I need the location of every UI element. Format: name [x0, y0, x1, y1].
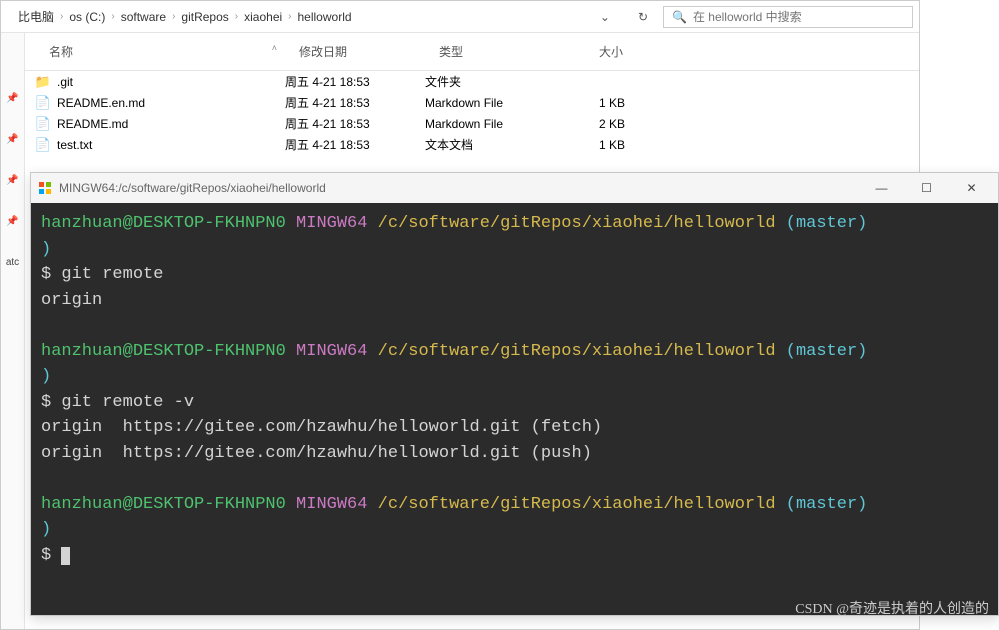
- file-type: 文本文档: [425, 136, 545, 153]
- file-date: 周五 4-21 18:53: [285, 94, 425, 111]
- file-size: 1 KB: [545, 96, 625, 110]
- file-icon: 📄: [35, 137, 51, 153]
- refresh-button[interactable]: ↻: [629, 5, 657, 29]
- app-icon: [35, 181, 55, 195]
- breadcrumb[interactable]: 比电脑›os (C:)›software›gitRepos›xiaohei›he…: [7, 3, 623, 30]
- breadcrumb-segment[interactable]: software: [117, 8, 170, 26]
- file-date: 周五 4-21 18:53: [285, 136, 425, 153]
- file-name: test.txt: [57, 138, 92, 152]
- file-size: 2 KB: [545, 117, 625, 131]
- header-size[interactable]: 大小: [551, 39, 631, 64]
- folder-icon: 📁: [35, 74, 51, 90]
- cursor: [61, 547, 70, 565]
- file-type: Markdown File: [425, 117, 545, 131]
- chevron-right-icon: ›: [286, 11, 293, 22]
- close-button[interactable]: ✕: [949, 174, 994, 202]
- pin-icon: 📌: [6, 175, 18, 186]
- header-date[interactable]: 修改日期: [291, 39, 431, 64]
- breadcrumb-segment[interactable]: os (C:): [65, 8, 109, 26]
- breadcrumb-segment[interactable]: 比电脑: [14, 6, 58, 27]
- file-name: README.md: [57, 117, 128, 131]
- address-bar: 比电脑›os (C:)›software›gitRepos›xiaohei›he…: [1, 1, 919, 33]
- sidebar-label: atc: [6, 257, 19, 268]
- header-name[interactable]: 名称: [49, 43, 73, 60]
- file-name: README.en.md: [57, 96, 145, 110]
- maximize-button[interactable]: ☐: [904, 174, 949, 202]
- file-date: 周五 4-21 18:53: [285, 115, 425, 132]
- search-icon: 🔍: [672, 10, 687, 24]
- file-name: .git: [57, 75, 73, 89]
- column-headers[interactable]: 名称 ˄ 修改日期 类型 大小: [25, 33, 919, 71]
- watermark: CSDN @奇迹是执着的人创造的: [795, 598, 989, 618]
- file-icon: 📄: [35, 116, 51, 132]
- sort-indicator-icon: ˄: [272, 43, 283, 60]
- breadcrumb-segment[interactable]: helloworld: [294, 8, 356, 26]
- file-type: Markdown File: [425, 96, 545, 110]
- search-box[interactable]: 🔍: [663, 6, 913, 28]
- terminal-window: MINGW64:/c/software/gitRepos/xiaohei/hel…: [30, 172, 999, 616]
- breadcrumb-segment[interactable]: xiaohei: [240, 8, 286, 26]
- chevron-right-icon: ›: [233, 11, 240, 22]
- breadcrumb-segment[interactable]: gitRepos: [177, 8, 232, 26]
- file-date: 周五 4-21 18:53: [285, 73, 425, 90]
- search-input[interactable]: [693, 10, 904, 24]
- minimize-button[interactable]: —: [859, 174, 904, 202]
- chevron-right-icon: ›: [109, 11, 116, 22]
- file-type: 文件夹: [425, 73, 545, 90]
- chevron-right-icon: ›: [170, 11, 177, 22]
- pin-icon: 📌: [6, 93, 18, 104]
- file-row[interactable]: 📁 .git 周五 4-21 18:53文件夹: [25, 71, 919, 92]
- file-row[interactable]: 📄 test.txt 周五 4-21 18:53文本文档1 KB: [25, 134, 919, 155]
- pin-icon: 📌: [6, 134, 18, 145]
- chevron-right-icon: ›: [58, 11, 65, 22]
- window-title: MINGW64:/c/software/gitRepos/xiaohei/hel…: [55, 181, 859, 195]
- file-icon: 📄: [35, 95, 51, 111]
- header-type[interactable]: 类型: [431, 39, 551, 64]
- file-size: 1 KB: [545, 138, 625, 152]
- pin-icon: 📌: [6, 216, 18, 227]
- file-row[interactable]: 📄 README.en.md 周五 4-21 18:53Markdown File1…: [25, 92, 919, 113]
- terminal-body[interactable]: hanzhuan@DESKTOP-FKHNPN0 MINGW64 /c/soft…: [31, 203, 998, 615]
- quickaccess-sidebar: 📌 📌 📌 📌 atc: [1, 33, 25, 629]
- title-bar[interactable]: MINGW64:/c/software/gitRepos/xiaohei/hel…: [31, 173, 998, 203]
- file-row[interactable]: 📄 README.md 周五 4-21 18:53Markdown File2 KB: [25, 113, 919, 134]
- breadcrumb-dropdown-icon[interactable]: ⌄: [594, 10, 616, 24]
